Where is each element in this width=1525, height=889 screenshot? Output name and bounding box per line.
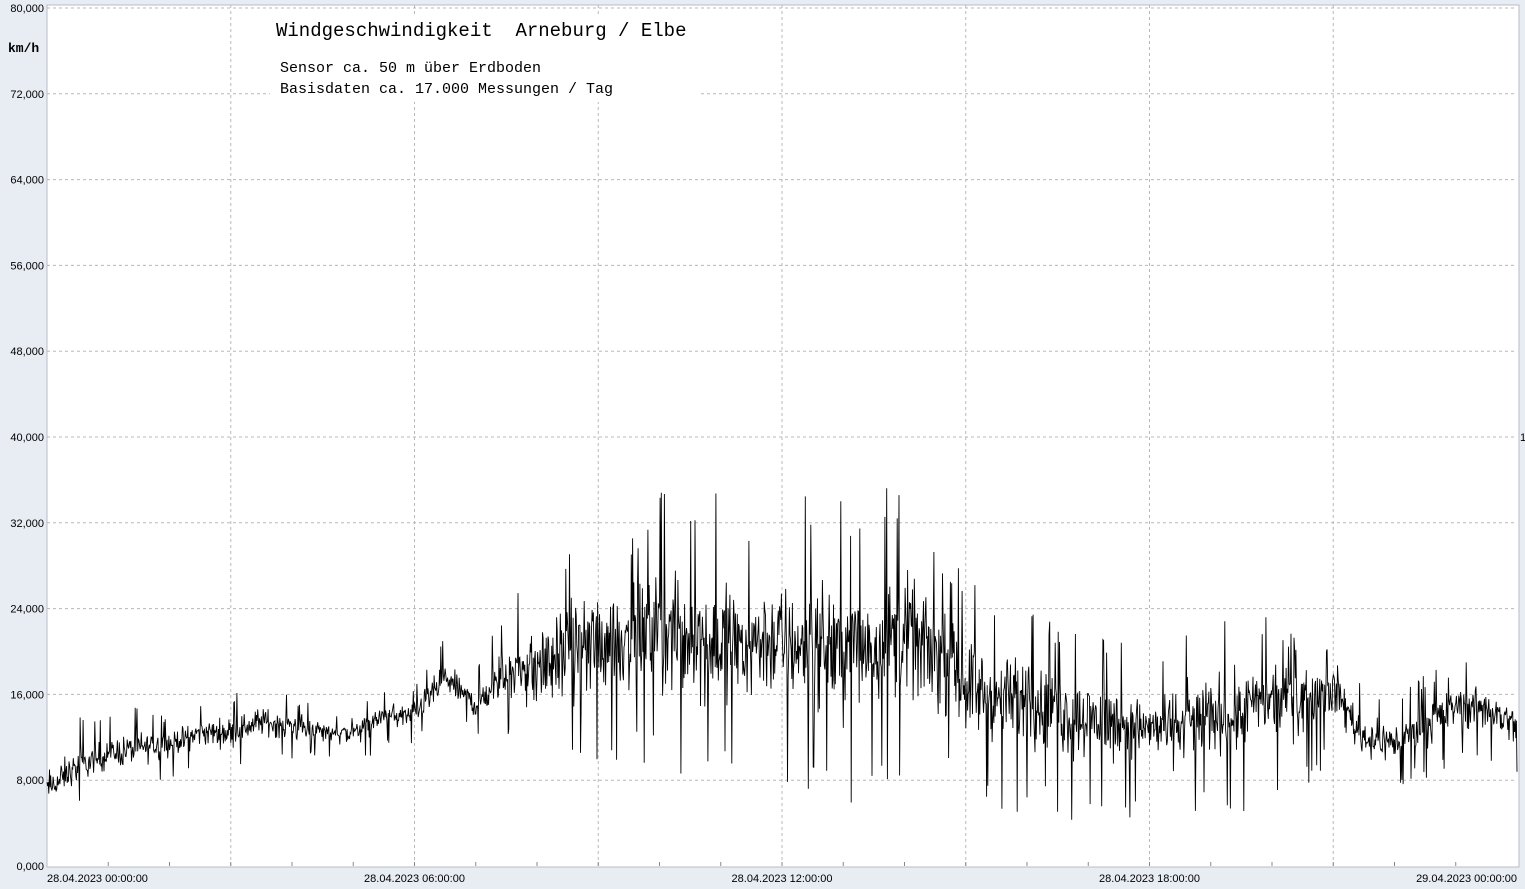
y-tick-label: 0,000 [16,861,44,873]
y-tick-label: 40,000 [10,432,44,444]
x-tick-label: 28.04.2023 06:00:00 [364,873,465,885]
y-tick-label: 48,000 [10,346,44,358]
x-tick-label: 29.04.2023 00:00:00 [1416,873,1517,885]
y-tick-label: 64,000 [10,175,44,187]
y-tick-label: 16,000 [10,689,44,701]
y-tick-label: 56,000 [10,260,44,272]
y-tick-label: 24,000 [10,604,44,616]
chart-subtitle-sensor: Sensor ca. 50 m über Erdboden [280,60,541,77]
y-tick-label: 32,000 [10,518,44,530]
chart-subtitle-basis: Basisdaten ca. 17.000 Messungen / Tag [280,81,613,98]
wind-speed-chart: 0,000 8,000 16,000 24,000 32,000 40,000 48,000… [8,3,1525,885]
x-tick-label: 28.04.2023 12:00:00 [732,873,833,885]
y-tick-label: 72,000 [10,89,44,101]
y-tick-label: 80,000 [10,3,44,15]
plot-area [46,4,1520,868]
right-edge-label: 1 [1520,432,1525,444]
y-tick-label: 8,000 [16,775,44,787]
x-tick-label: 28.04.2023 18:00:00 [1099,873,1200,885]
y-axis-unit: km/h [8,41,39,56]
chart-title: Windgeschwindigkeit Arneburg / Elbe [276,20,686,42]
x-tick-label: 28.04.2023 00:00:00 [47,873,148,885]
